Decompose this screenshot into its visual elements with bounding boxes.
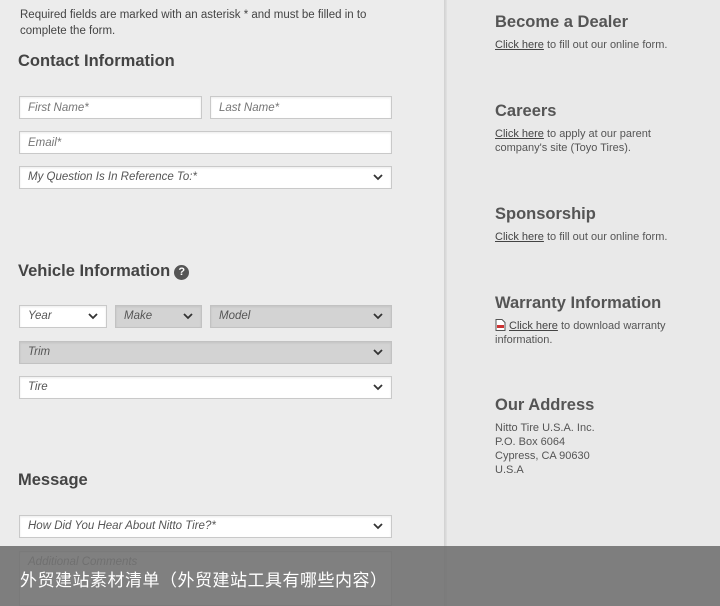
sidebar: Become a Dealer Click here to fill out o… — [447, 0, 720, 606]
dealer-description: to fill out our online form. — [543, 39, 668, 51]
warranty-click-here-link[interactable]: Click here — [509, 320, 558, 332]
trim-select[interactable]: Trim — [19, 341, 392, 364]
contact-form-panel: Required fields are marked with an aster… — [0, 0, 444, 606]
email-field[interactable] — [19, 131, 392, 154]
chevron-down-icon — [372, 520, 384, 532]
address-line-country: U.S.A — [495, 464, 524, 476]
pdf-file-icon — [495, 319, 506, 331]
tire-select[interactable]: Tire — [19, 376, 392, 399]
dealer-section: Become a Dealer Click here to fill out o… — [495, 13, 667, 52]
model-select-value: Model — [219, 310, 251, 322]
sponsorship-section: Sponsorship Click here to fill out our o… — [495, 205, 667, 244]
vehicle-information-label: Vehicle Information — [18, 262, 171, 280]
message-heading: Message — [18, 471, 88, 489]
make-select-value: Make — [124, 310, 153, 322]
year-select[interactable]: Year — [19, 305, 107, 328]
question-reference-value: My Question Is In Reference To:* — [28, 171, 197, 183]
dealer-click-here-link[interactable]: Click here — [495, 39, 544, 51]
address-line-pobox: P.O. Box 6064 — [495, 436, 566, 448]
dealer-heading: Become a Dealer — [495, 13, 628, 31]
address-line-company: Nitto Tire U.S.A. Inc. — [495, 422, 595, 434]
model-select[interactable]: Model — [210, 305, 392, 328]
address-heading: Our Address — [495, 396, 595, 414]
careers-heading: Careers — [495, 102, 557, 120]
sponsorship-heading: Sponsorship — [495, 205, 596, 223]
chevron-down-icon — [87, 310, 99, 322]
chevron-down-icon — [372, 310, 384, 322]
trim-select-value: Trim — [28, 346, 51, 358]
year-select-value: Year — [28, 310, 52, 322]
tire-select-value: Tire — [28, 381, 48, 393]
required-fields-note: Required fields are marked with an aster… — [20, 9, 367, 37]
make-select[interactable]: Make — [115, 305, 202, 328]
heard-about-select[interactable]: How Did You Hear About Nitto Tire?* — [19, 515, 392, 538]
sponsorship-click-here-link[interactable]: Click here — [495, 231, 544, 243]
address-section: Our Address Nitto Tire U.S.A. Inc. P.O. … — [495, 396, 595, 477]
first-name-field[interactable] — [19, 96, 202, 119]
vehicle-information-heading: Vehicle Information? — [18, 262, 190, 281]
warranty-section: Warranty Information Click here to downl… — [495, 294, 685, 347]
caption-banner-text: 外贸建站素材清单（外贸建站工具有哪些内容） — [20, 571, 388, 591]
question-circle-icon[interactable]: ? — [174, 265, 190, 280]
careers-text: Click here to apply at our parent compan… — [495, 127, 685, 155]
chevron-down-icon — [372, 381, 384, 393]
chevron-down-icon — [372, 346, 384, 358]
warranty-text: Click here to download warranty informat… — [495, 319, 685, 347]
address-line-city: Cypress, CA 90630 — [495, 450, 590, 462]
sponsorship-description: to fill out our online form. — [543, 231, 668, 243]
caption-banner: 外贸建站素材清单（外贸建站工具有哪些内容） — [0, 546, 720, 606]
dealer-text: Click here to fill out our online form. — [495, 38, 667, 52]
last-name-field[interactable] — [210, 96, 392, 119]
heard-about-value: How Did You Hear About Nitto Tire?* — [28, 520, 216, 532]
question-reference-select[interactable]: My Question Is In Reference To:* — [19, 166, 392, 189]
warranty-heading: Warranty Information — [495, 294, 662, 312]
contact-information-heading: Contact Information — [18, 52, 175, 70]
chevron-down-icon — [372, 171, 384, 183]
careers-click-here-link[interactable]: Click here — [495, 128, 544, 140]
chevron-down-icon — [182, 310, 194, 322]
careers-section: Careers Click here to apply at our paren… — [495, 102, 685, 155]
sponsorship-text: Click here to fill out our online form. — [495, 230, 667, 244]
